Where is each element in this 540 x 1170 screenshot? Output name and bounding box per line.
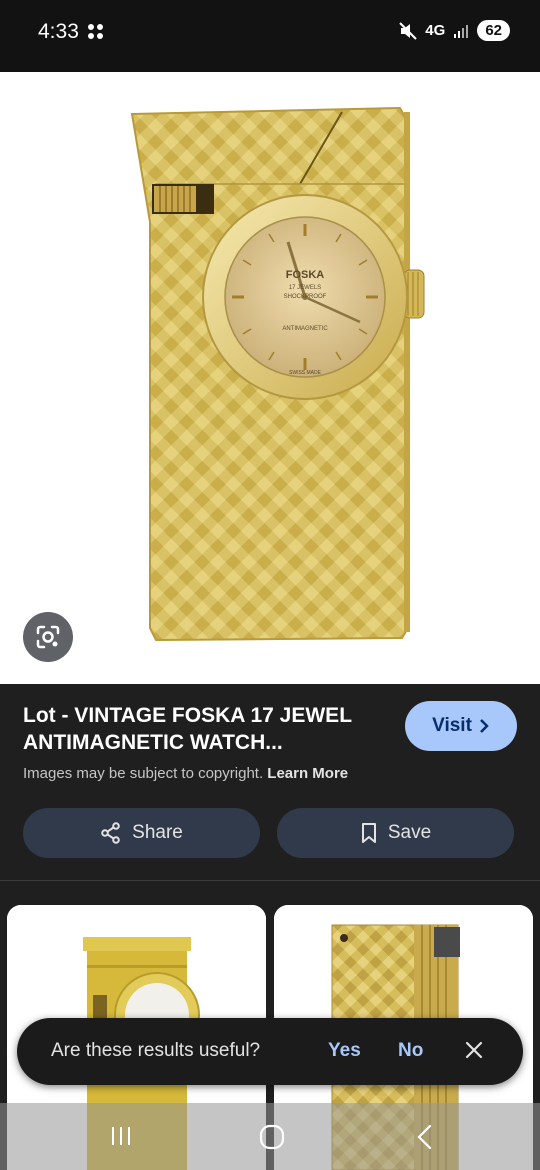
network-label: 4G xyxy=(425,22,446,39)
save-label: Save xyxy=(387,822,432,843)
visit-label: Visit xyxy=(432,715,472,736)
back-icon[interactable] xyxy=(414,1123,436,1151)
dial-line2: SHOCKPROOF xyxy=(284,294,327,300)
recents-icon[interactable] xyxy=(108,1123,134,1149)
lighter-watch-image: FOSKA 17 JEWELS SHOCKPROOF ANTIMAGNETIC … xyxy=(130,106,425,642)
google-lens-icon xyxy=(36,625,60,649)
share-label: Share xyxy=(132,822,183,843)
copyright-notice: Images may be subject to copyright. Lear… xyxy=(23,765,348,782)
status-time: 4:33 xyxy=(38,20,79,43)
status-icons: 4G 62 xyxy=(399,20,510,41)
feedback-no-button[interactable]: No xyxy=(398,1040,423,1062)
battery-badge: 62 xyxy=(477,20,510,41)
bookmark-icon xyxy=(361,823,376,843)
hero-image[interactable]: FOSKA 17 JEWELS SHOCKPROOF ANTIMAGNETIC … xyxy=(0,72,540,684)
dial-line1: 17 JEWELS xyxy=(289,285,321,291)
screen: 4:33 4G 62 FOSKA 17 JEWELS SHOCKPROOF AN… xyxy=(0,0,540,1170)
mute-icon xyxy=(399,21,418,40)
copyright-text: Images may be subject to copyright. xyxy=(23,765,264,782)
visit-button[interactable]: Visit xyxy=(405,701,517,751)
dial-line4: SWISS MADE xyxy=(289,370,322,376)
notification-dots-icon xyxy=(88,24,104,40)
signal-icon xyxy=(454,24,469,38)
close-icon[interactable] xyxy=(462,1038,486,1062)
google-lens-button[interactable] xyxy=(23,612,73,662)
learn-more-link[interactable]: Learn More xyxy=(267,765,348,782)
dial-brand: FOSKA xyxy=(286,269,325,281)
save-button[interactable]: Save xyxy=(277,808,514,858)
result-title[interactable]: Lot - VINTAGE FOSKA 17 JEWEL ANTIMAGNETI… xyxy=(23,702,383,756)
status-bar: 4:33 4G 62 xyxy=(0,0,540,72)
home-icon[interactable] xyxy=(258,1123,286,1151)
dial-line3: ANTIMAGNETIC xyxy=(282,326,328,332)
share-icon xyxy=(101,822,120,844)
system-nav-bar xyxy=(0,1103,540,1170)
feedback-snackbar: Are these results useful? Yes No xyxy=(17,1018,523,1085)
divider xyxy=(0,880,540,881)
share-button[interactable]: Share xyxy=(23,808,260,858)
feedback-question: Are these results useful? xyxy=(51,1040,261,1061)
chevron-right-icon xyxy=(480,719,489,733)
feedback-yes-button[interactable]: Yes xyxy=(328,1040,361,1062)
